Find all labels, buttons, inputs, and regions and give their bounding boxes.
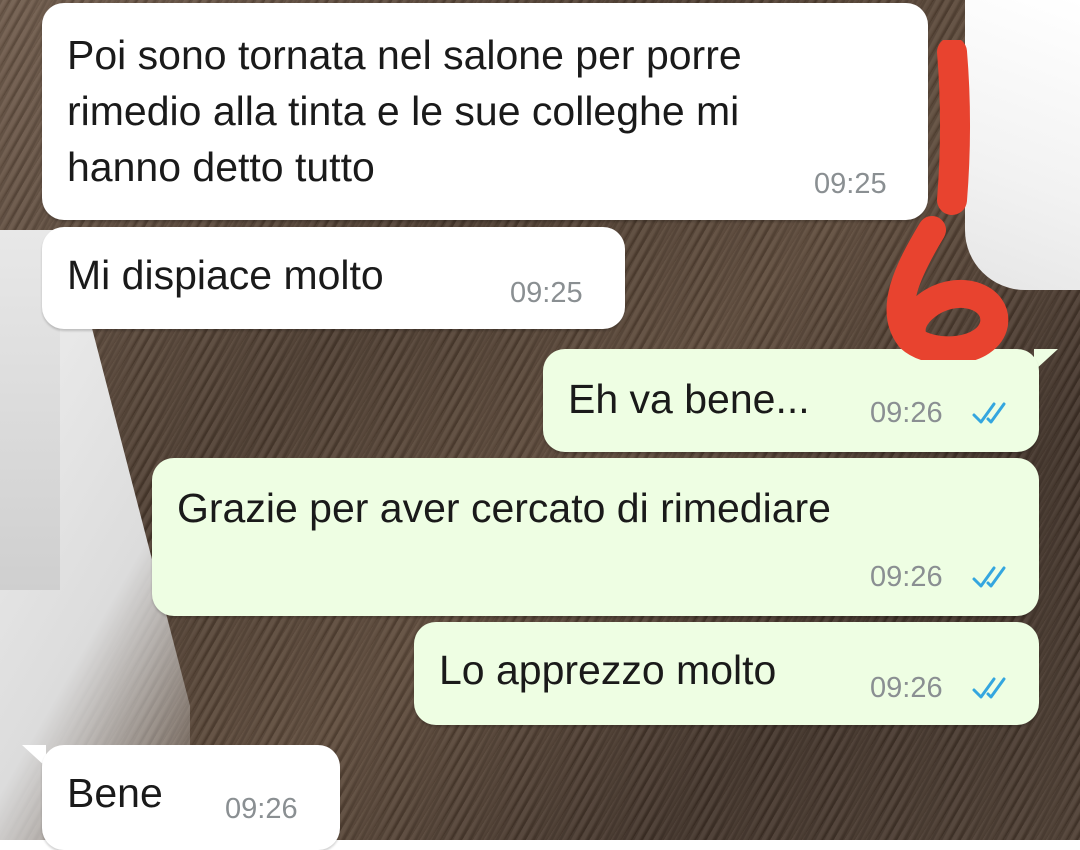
message-timestamp: 09:25 (510, 277, 583, 309)
read-double-check-icon (972, 566, 1006, 588)
message-text: Bene (67, 770, 163, 816)
incoming-message-bubble[interactable]: Bene 09:26 (42, 745, 340, 850)
message-text: Eh va bene... (568, 376, 810, 422)
read-double-check-icon (972, 677, 1006, 699)
handwritten-annotation-icon (886, 40, 1009, 360)
read-double-check-icon (972, 402, 1006, 424)
message-text: Mi dispiace molto (67, 252, 384, 298)
outgoing-message-bubble[interactable]: Eh va bene... 09:26 (543, 349, 1039, 452)
message-text: Grazie per aver cercato di rimediare (177, 485, 831, 531)
message-text: Poi sono tornata nel salone per porre ri… (67, 32, 742, 190)
outgoing-message-bubble[interactable]: Lo apprezzo molto 09:26 (414, 622, 1039, 725)
message-timestamp: 09:26 (870, 561, 943, 593)
outgoing-message-bubble[interactable]: Grazie per aver cercato di rimediare 09:… (152, 458, 1039, 616)
incoming-message-bubble[interactable]: Mi dispiace molto 09:25 (42, 227, 625, 329)
incoming-message-bubble[interactable]: Poi sono tornata nel salone per porre ri… (42, 3, 928, 220)
message-timestamp: 09:26 (225, 793, 298, 825)
message-text: Lo apprezzo molto (439, 647, 777, 693)
message-timestamp: 09:26 (870, 397, 943, 429)
message-timestamp: 09:26 (870, 672, 943, 704)
